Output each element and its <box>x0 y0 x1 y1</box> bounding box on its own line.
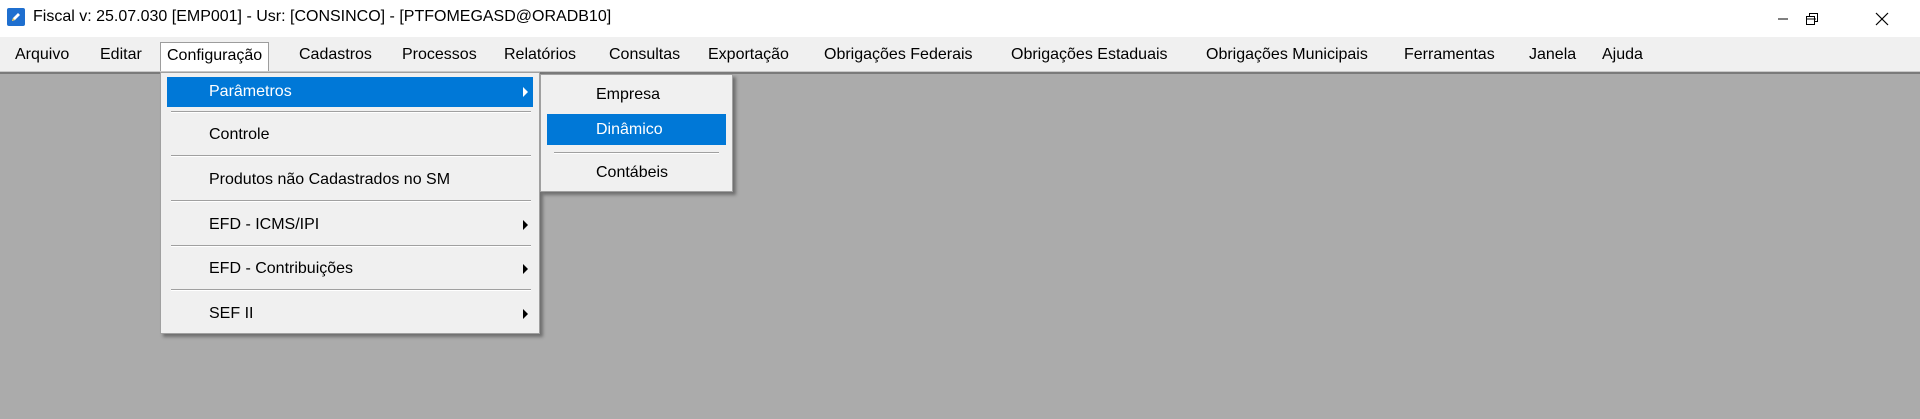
menu-bar: Arquivo Editar Configuração Cadastros Pr… <box>0 37 1920 72</box>
menu-separator <box>554 152 719 154</box>
menu-separator <box>171 289 531 291</box>
menu-editar[interactable]: Editar <box>96 43 146 66</box>
menu-item-label: Dinâmico <box>596 121 663 138</box>
pencil-icon[interactable] <box>7 8 25 26</box>
menu-item-label: Controle <box>209 126 270 143</box>
menu-obrigacoes-estaduais[interactable]: Obrigações Estaduais <box>1007 43 1172 66</box>
menu-item-sef-ii[interactable]: SEF II <box>167 299 533 329</box>
chevron-right-icon <box>523 220 528 230</box>
menu-cadastros[interactable]: Cadastros <box>295 43 376 66</box>
menu-item-controle[interactable]: Controle <box>167 120 533 150</box>
menu-item-efd-icms-ipi[interactable]: EFD - ICMS/IPI <box>167 210 533 240</box>
chevron-right-icon <box>523 87 528 97</box>
menu-relatorios[interactable]: Relatórios <box>500 43 580 66</box>
menu-ajuda[interactable]: Ajuda <box>1598 43 1647 66</box>
menu-item-label: SEF II <box>209 305 254 322</box>
submenu-item-empresa[interactable]: Empresa <box>547 79 726 110</box>
configuracao-menu: Parâmetros Controle Produtos não Cadastr… <box>160 72 540 334</box>
submenu-item-dinamico[interactable]: Dinâmico <box>547 114 726 145</box>
chevron-right-icon <box>523 264 528 274</box>
menu-processos[interactable]: Processos <box>398 43 481 66</box>
menu-item-parametros[interactable]: Parâmetros <box>167 77 533 107</box>
restore-button[interactable] <box>1783 0 1841 37</box>
close-button[interactable] <box>1853 0 1911 37</box>
parametros-submenu: Empresa Dinâmico Contábeis <box>540 74 733 192</box>
title-bar: Fiscal v: 25.07.030 [EMP001] - Usr: [CON… <box>0 0 1920 37</box>
menu-item-efd-contribuicoes[interactable]: EFD - Contribuições <box>167 254 533 284</box>
menu-obrigacoes-municipais[interactable]: Obrigações Municipais <box>1202 43 1372 66</box>
menu-separator <box>171 200 531 202</box>
menu-separator <box>171 111 531 113</box>
close-icon <box>1875 12 1889 25</box>
menu-configuracao[interactable]: Configuração <box>160 42 270 71</box>
menu-consultas[interactable]: Consultas <box>605 43 684 66</box>
submenu-item-contabeis[interactable]: Contábeis <box>547 157 726 188</box>
window-title: Fiscal v: 25.07.030 [EMP001] - Usr: [CON… <box>33 8 612 25</box>
menu-item-label: Parâmetros <box>209 83 292 100</box>
menu-item-label: Contábeis <box>596 164 669 181</box>
restore-icon <box>1806 12 1818 25</box>
menu-separator <box>171 245 531 247</box>
menu-janela[interactable]: Janela <box>1525 43 1580 66</box>
menu-ferramentas[interactable]: Ferramentas <box>1400 43 1499 66</box>
menu-obrigacoes-federais[interactable]: Obrigações Federais <box>820 43 977 66</box>
menu-item-label: EFD - ICMS/IPI <box>209 216 320 233</box>
menu-item-label: Produtos não Cadastrados no SM <box>209 171 451 188</box>
menu-item-label: Empresa <box>596 86 661 103</box>
chevron-right-icon <box>523 309 528 319</box>
menu-separator <box>171 155 531 157</box>
menu-item-produtos-nao-cadastrados[interactable]: Produtos não Cadastrados no SM <box>167 165 533 195</box>
menu-exportacao[interactable]: Exportação <box>704 43 793 66</box>
menu-item-label: EFD - Contribuições <box>209 260 354 277</box>
menu-arquivo[interactable]: Arquivo <box>11 43 73 66</box>
